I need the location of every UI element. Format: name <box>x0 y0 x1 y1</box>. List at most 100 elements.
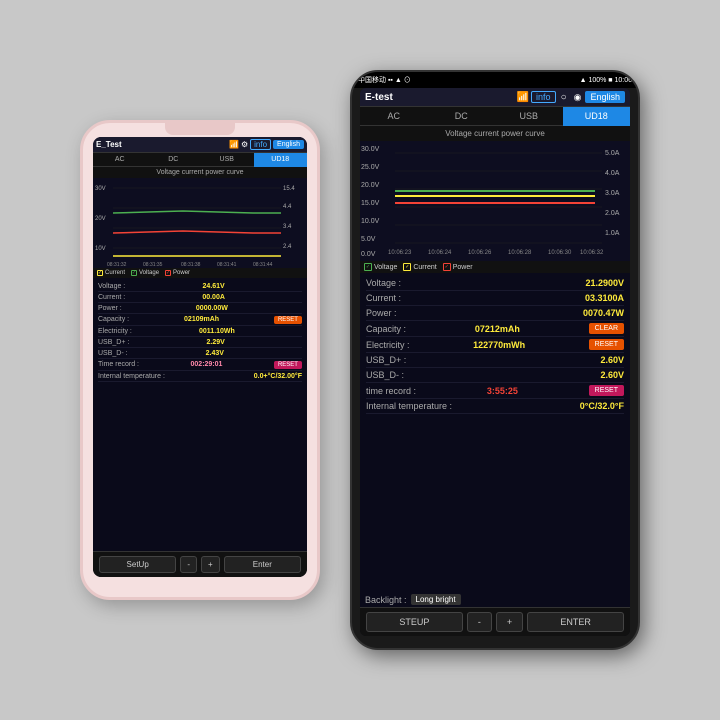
phone1: E_Test 📶 ⚙ info English AC DC USB UD18 V… <box>80 120 320 600</box>
phone2: 中国移动 ▪▪ ▲ ⊙ ▲ 100% ■ 10:06 E-test 📶 info… <box>350 70 640 650</box>
p2-tab-dc[interactable]: DC <box>428 107 496 126</box>
svg-text:2.0A: 2.0A <box>605 210 620 217</box>
p2-timerec-reset-btn[interactable]: RESET <box>589 385 624 396</box>
svg-text:20.0V: 20.0V <box>361 182 380 189</box>
p2-capacity-clear-btn[interactable]: CLEAR <box>589 323 624 334</box>
tab-dc[interactable]: DC <box>147 153 201 167</box>
data-row-electricity: Electricity : 0011.10Wh <box>98 326 302 337</box>
p2-current-data-value: 03.3100A <box>585 293 624 303</box>
p2-voltage-checkbox[interactable] <box>364 263 372 271</box>
p2-current-checkbox[interactable] <box>403 263 411 271</box>
svg-text:10.0V: 10.0V <box>361 218 380 225</box>
status-right: ▲ 100% ■ 10:06 <box>580 77 632 84</box>
p2-voltage-label: Voltage <box>374 264 397 271</box>
voltage-label: Voltage <box>139 270 159 276</box>
p2-power-checkbox[interactable] <box>443 263 451 271</box>
svg-text:10:06:28: 10:06:28 <box>508 250 532 256</box>
p2-tab-usb[interactable]: USB <box>495 107 563 126</box>
p2-current-label: Current <box>413 264 436 271</box>
capacity-reset-btn[interactable]: RESET <box>274 316 302 324</box>
current-checkbox[interactable] <box>97 270 103 276</box>
backlight-value: Long bright <box>411 594 461 605</box>
voltage-checkbox[interactable] <box>131 270 137 276</box>
timerec-reset-btn[interactable]: RESET <box>274 361 302 369</box>
plus-button[interactable]: + <box>201 556 220 573</box>
svg-text:5.0V: 5.0V <box>361 236 376 243</box>
power-label: Power <box>173 270 190 276</box>
phone2-language-button[interactable]: English <box>585 91 625 103</box>
phone2-data-section: Voltage : 21.2900V Current : 03.3100A Po… <box>360 273 630 592</box>
tab-ac[interactable]: AC <box>93 153 147 167</box>
enter-button[interactable]: Enter <box>224 556 301 573</box>
tab-ud18[interactable]: UD18 <box>254 153 308 167</box>
power-data-value: 0000.00W <box>196 305 228 312</box>
p2-minus-button[interactable]: - <box>467 612 492 632</box>
phone2-chart: 30.0V 25.0V 20.0V 15.0V 10.0V 5.0V 0.0V … <box>360 141 630 261</box>
timerec-value: 002:29:01 <box>191 361 223 368</box>
voltage-data-label: Voltage : <box>98 283 125 290</box>
language-button[interactable]: English <box>273 140 304 149</box>
current-data-value: 00.00A <box>202 294 225 301</box>
electricity-data-value: 0011.10Wh <box>199 328 235 335</box>
p2-legend-power: Power <box>443 263 473 271</box>
usbdm-label: USB_D- : <box>98 350 128 357</box>
voltage-data-value: 24.61V <box>203 283 225 290</box>
capacity-data-label: Capacity : <box>98 316 129 323</box>
phone1-bottom-bar: SetUp - + Enter <box>93 551 307 577</box>
data-row-temp: Internal temperature : 0.0+°C/32.00°F <box>98 371 302 382</box>
svg-text:30V: 30V <box>95 186 106 192</box>
phone2-info-tab[interactable]: info <box>531 91 556 103</box>
legend-voltage: Voltage <box>131 270 159 276</box>
data-row-usbdp: USB_D+ : 2.29V <box>98 337 302 348</box>
phone1-title: E_Test <box>96 140 227 149</box>
svg-text:08:31:44: 08:31:44 <box>253 262 273 268</box>
info-tab[interactable]: info <box>250 139 271 150</box>
p2-power-data-value: 0070.47W <box>583 308 624 318</box>
data-row-voltage: Voltage : 24.61V <box>98 281 302 292</box>
timerec-label: Time record : <box>98 361 139 368</box>
power-checkbox[interactable] <box>165 270 171 276</box>
p2-tab-ud18[interactable]: UD18 <box>563 107 631 126</box>
svg-text:4.0A: 4.0A <box>605 170 620 177</box>
electricity-data-label: Electricity : <box>98 328 132 335</box>
svg-text:10:06:30: 10:06:30 <box>548 250 572 256</box>
capacity-data-value: 02109mAh <box>184 316 219 323</box>
svg-text:5.0A: 5.0A <box>605 150 620 157</box>
temp-label: Internal temperature : <box>98 373 165 380</box>
phone1-nav-tabs: AC DC USB UD18 <box>93 153 307 167</box>
p2-data-row-power: Power : 0070.47W <box>366 306 624 321</box>
data-row-power: Power : 0000.00W <box>98 303 302 314</box>
tab-usb[interactable]: USB <box>200 153 254 167</box>
p2-tab-ac[interactable]: AC <box>360 107 428 126</box>
svg-text:4.4: 4.4 <box>283 204 292 210</box>
svg-text:10:06:32: 10:06:32 <box>580 250 604 256</box>
current-data-label: Current : <box>98 294 125 301</box>
p2-data-row-current: Current : 03.3100A <box>366 291 624 306</box>
circle-icon: ○ <box>558 92 570 103</box>
minus-button[interactable]: - <box>180 556 197 573</box>
phone2-bluetooth-icon: 📶 <box>517 92 529 103</box>
phone2-legend: Voltage Current Power <box>360 261 630 273</box>
p2-plus-button[interactable]: + <box>496 612 523 632</box>
phone2-screen: E-test 📶 info ○ ◉ English AC DC USB UD18… <box>360 88 630 636</box>
p2-voltage-data-label: Voltage : <box>366 278 401 288</box>
scene: E_Test 📶 ⚙ info English AC DC USB UD18 V… <box>0 0 720 720</box>
phone1-notch <box>165 123 235 135</box>
p2-electricity-reset-btn[interactable]: RESET <box>589 339 624 350</box>
setup-button[interactable]: SetUp <box>99 556 176 573</box>
phone2-header: E-test 📶 info ○ ◉ English <box>360 88 630 107</box>
p2-temp-label: Internal temperature : <box>366 401 452 411</box>
svg-text:08:31:35: 08:31:35 <box>143 262 163 268</box>
p2-data-row-temp: Internal temperature : 0°C/32.0°F <box>366 399 624 414</box>
svg-text:08:31:38: 08:31:38 <box>181 262 201 268</box>
p2-setup-button[interactable]: STEUP <box>366 612 463 632</box>
p2-usbdp-value: 2.60V <box>600 355 624 365</box>
p2-enter-button[interactable]: ENTER <box>527 612 624 632</box>
temp-value: 0.0+°C/32.00°F <box>254 373 302 380</box>
p2-electricity-value: 122770mWh <box>473 340 525 350</box>
p2-voltage-data-value: 21.2900V <box>585 278 624 288</box>
phone1-data-section: Voltage : 24.61V Current : 00.00A Power … <box>93 278 307 551</box>
phone1-header: E_Test 📶 ⚙ info English <box>93 137 307 153</box>
phone2-title: E-test <box>365 92 515 103</box>
svg-text:20V: 20V <box>95 216 106 222</box>
